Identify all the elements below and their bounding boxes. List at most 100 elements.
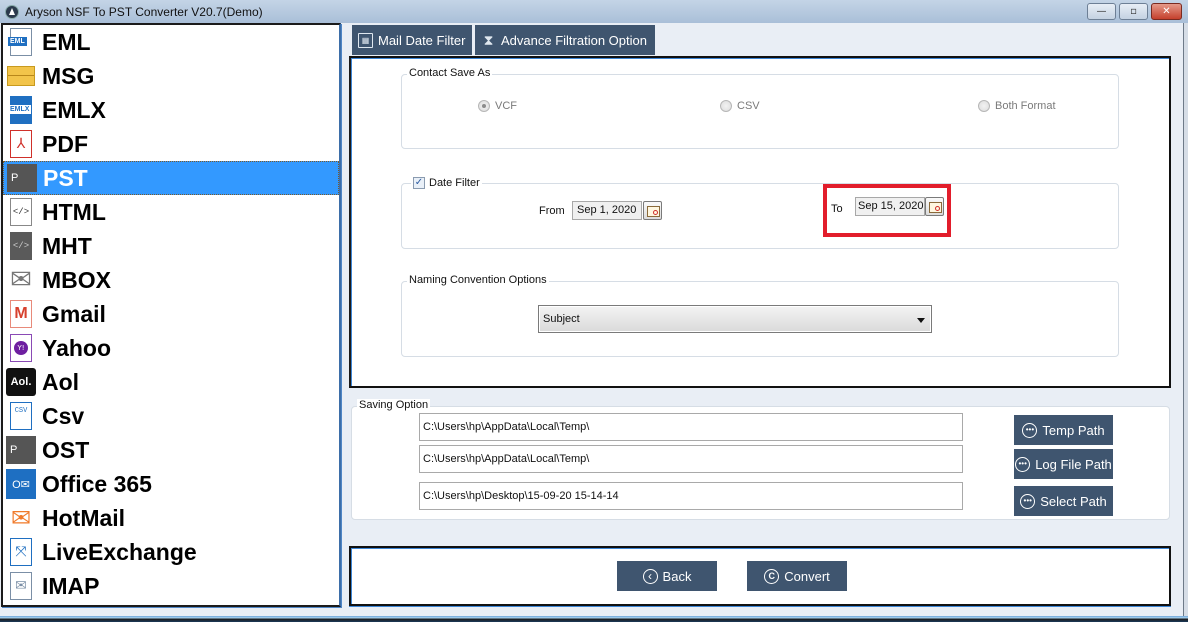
contact-save-as-legend: Contact Save As (407, 67, 493, 79)
format-label: HTML (42, 198, 106, 225)
format-item-yahoo[interactable]: Y! Yahoo (3, 331, 339, 365)
format-label: PST (43, 164, 88, 191)
close-button[interactable]: ✕ (1151, 3, 1182, 20)
naming-convention-legend: Naming Convention Options (407, 274, 549, 286)
format-label: EML (42, 28, 91, 55)
aol-icon: Aol. (6, 367, 36, 397)
chevron-down-icon (917, 318, 925, 323)
window-bottom-border (0, 616, 1188, 622)
radio-label: Both Format (995, 100, 1056, 112)
gmail-icon: M (6, 299, 36, 329)
format-item-imap[interactable]: ✉ IMAP (3, 569, 339, 603)
convert-refresh-icon: C (764, 568, 780, 584)
format-label: MBOX (42, 266, 111, 293)
log-file-path-input[interactable]: C:\Users\hp\AppData\Local\Temp\ (419, 445, 963, 473)
output-format-list[interactable]: EML EML MSG EMLX EMLX ⅄ PDF P PST </> HT… (1, 23, 341, 607)
format-item-aol[interactable]: Aol. Aol (3, 365, 339, 399)
format-item-hotmail[interactable]: ✉ HotMail (3, 501, 339, 535)
minimize-icon: — (1096, 6, 1107, 17)
button-label: Temp Path (1042, 422, 1105, 438)
naming-convention-select[interactable]: Subject (538, 305, 932, 333)
radio-button (720, 100, 732, 112)
format-item-ost[interactable]: P OST (3, 433, 339, 467)
format-item-office365[interactable]: O✉ Office 365 (3, 467, 339, 501)
format-item-gmail[interactable]: M Gmail (3, 297, 339, 331)
format-item-mht[interactable]: </> MHT (3, 229, 339, 263)
button-label: Log File Path (1035, 456, 1112, 472)
back-arrow-icon: ‹ (642, 568, 658, 584)
minimize-button[interactable]: — (1087, 3, 1116, 20)
calendar-icon: ▦ (358, 32, 373, 48)
format-item-csv[interactable]: CSV Csv (3, 399, 339, 433)
date-filter-checkbox[interactable]: ✓ Date Filter (411, 177, 482, 189)
eml-file-icon: EML (6, 27, 36, 57)
radio-label: CSV (737, 100, 760, 112)
format-item-emlx[interactable]: EMLX EMLX (3, 93, 339, 127)
to-date-field[interactable]: Sep 15, 2020 (855, 197, 925, 216)
yahoo-icon: Y! (6, 333, 36, 363)
from-calendar-button[interactable] (643, 201, 662, 220)
format-label: PDF (42, 130, 88, 157)
csv-file-icon: CSV (6, 401, 36, 431)
more-dots-icon: ••• (1020, 493, 1036, 509)
format-item-eml[interactable]: EML EML (3, 25, 339, 59)
temp-path-input[interactable]: C:\Users\hp\AppData\Local\Temp\ (419, 413, 963, 441)
log-file-path-button[interactable]: ••• Log File Path (1014, 449, 1113, 479)
envelope-icon (6, 61, 36, 91)
more-dots-icon: ••• (1015, 456, 1031, 472)
hotmail-icon: ✉ (10, 504, 32, 532)
tab-label: Mail Date Filter (378, 32, 466, 48)
tab-label: Advance Filtration Option (501, 32, 647, 48)
select-path-input[interactable]: C:\Users\hp\Desktop\15-09-20 15-14-14 (419, 482, 963, 510)
checkbox-checked-icon: ✓ (413, 177, 425, 189)
format-item-pdf[interactable]: ⅄ PDF (3, 127, 339, 161)
to-label: To (831, 203, 843, 215)
app-window: Aryson NSF To PST Converter V20.7(Demo) … (0, 0, 1188, 622)
more-dots-icon: ••• (1022, 422, 1038, 438)
mht-file-icon: </> (6, 231, 36, 261)
radio-both-format[interactable]: Both Format (978, 100, 1056, 112)
app-logo-icon (5, 4, 19, 19)
to-calendar-button[interactable] (925, 197, 944, 216)
ost-outlook-icon: P (6, 435, 36, 465)
emlx-file-icon: EMLX (6, 95, 36, 125)
format-label: Aol (42, 368, 80, 395)
window-controls: — ▫ ✕ (1087, 3, 1182, 20)
window-right-border (1183, 23, 1188, 616)
button-label: Select Path (1040, 493, 1107, 509)
format-label: EMLX (42, 96, 106, 123)
pdf-file-icon: ⅄ (6, 129, 36, 159)
convert-button[interactable]: C Convert (747, 561, 847, 591)
radio-label: VCF (495, 100, 517, 112)
temp-path-button[interactable]: ••• Temp Path (1014, 415, 1113, 445)
button-label: Back (662, 568, 692, 584)
pst-outlook-icon: P (7, 163, 37, 193)
radio-csv[interactable]: CSV (720, 100, 760, 112)
imap-envelope-icon: ✉ (6, 571, 36, 601)
format-label: Csv (42, 402, 85, 429)
format-label: MSG (42, 62, 95, 89)
tab-mail-date-filter[interactable]: ▦ Mail Date Filter (352, 25, 472, 55)
restore-button[interactable]: ▫ (1119, 3, 1148, 20)
format-label: LiveExchange (42, 538, 197, 565)
date-filter-label: Date Filter (429, 177, 480, 189)
format-item-liveexchange[interactable]: ⤧ LiveExchange (3, 535, 339, 569)
close-icon: ✕ (1162, 6, 1171, 17)
format-item-html[interactable]: </> HTML (3, 195, 339, 229)
back-button[interactable]: ‹ Back (617, 561, 717, 591)
tab-advance-filtration[interactable]: ⧗ Advance Filtration Option (475, 25, 655, 55)
format-item-mbox[interactable]: ✉ MBOX (3, 263, 339, 297)
radio-vcf[interactable]: VCF (478, 100, 517, 112)
from-date-field[interactable]: Sep 1, 2020 (572, 201, 642, 220)
format-label: Yahoo (42, 334, 112, 361)
format-label: MHT (42, 232, 92, 259)
select-path-button[interactable]: ••• Select Path (1014, 486, 1113, 516)
format-label: IMAP (42, 572, 100, 599)
format-label: Office 365 (42, 470, 152, 497)
html-file-icon: </> (6, 197, 36, 227)
radio-button (478, 100, 490, 112)
format-item-pst[interactable]: P PST (3, 161, 339, 195)
format-label: Gmail (42, 300, 106, 327)
title-bar: Aryson NSF To PST Converter V20.7(Demo) … (0, 0, 1188, 23)
format-item-msg[interactable]: MSG (3, 59, 339, 93)
